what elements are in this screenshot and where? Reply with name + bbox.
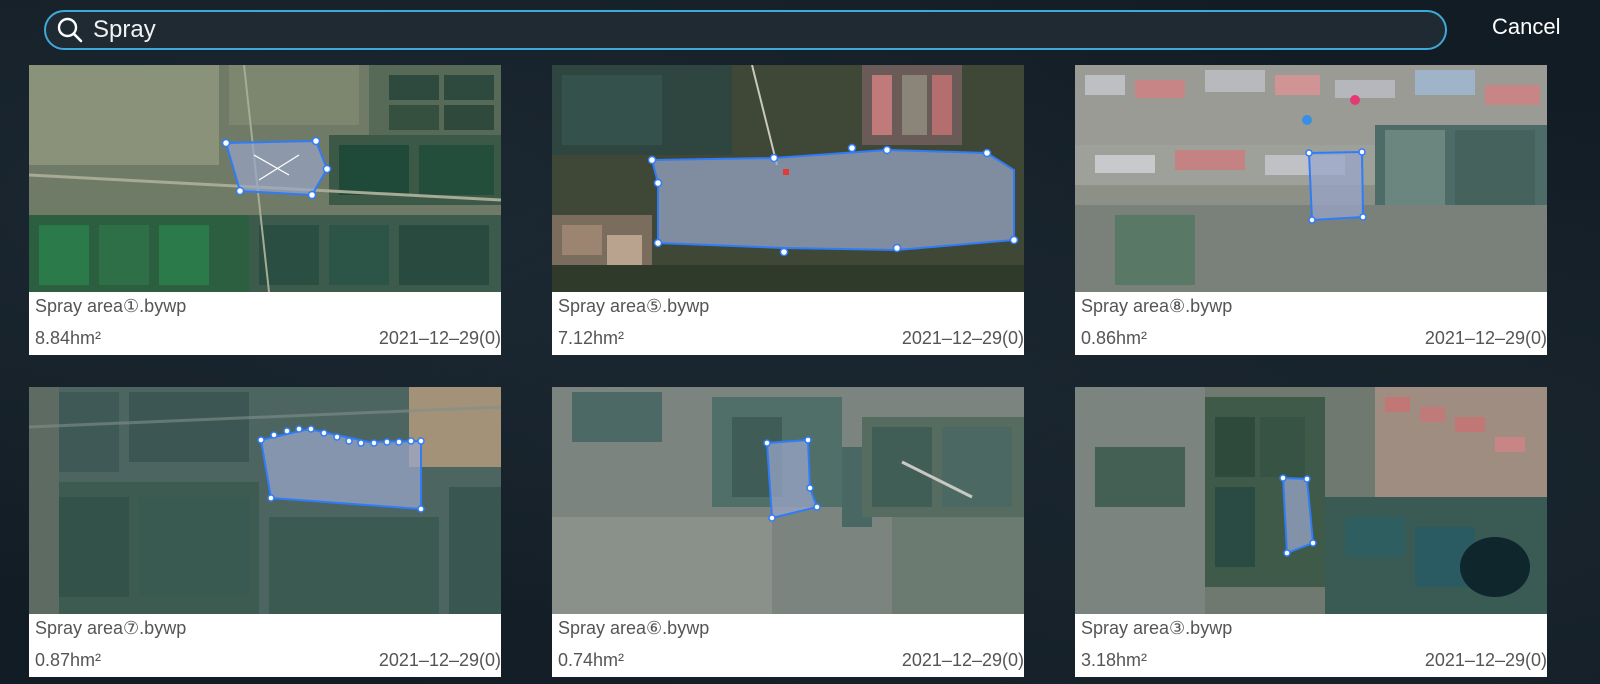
route-card[interactable]: Spray area⑤.bywp 7.12hm² 2021–12–29(0): [552, 65, 1024, 355]
search-icon: [57, 17, 83, 43]
route-date: 2021–12–29(0): [901, 650, 1024, 670]
route-card[interactable]: Spray area⑧.bywp 0.86hm² 2021–12–29(0): [1075, 65, 1547, 355]
map-thumbnail: [552, 65, 1024, 292]
search-input[interactable]: [93, 12, 1445, 48]
map-thumbnail: [29, 387, 501, 614]
route-date: 2021–12–29(0): [1424, 650, 1547, 670]
map-thumbnail: [1075, 65, 1547, 292]
route-date: 2021–12–29(0): [378, 650, 501, 670]
route-name: Spray area⑦.bywp: [35, 618, 187, 638]
route-card[interactable]: Spray area⑦.bywp 0.87hm² 2021–12–29(0): [29, 387, 501, 677]
map-thumbnail: [29, 65, 501, 292]
route-area: 7.12hm²: [558, 328, 625, 348]
route-date: 2021–12–29(0): [378, 328, 501, 348]
route-card[interactable]: Spray area③.bywp 3.18hm² 2021–12–29(0): [1075, 387, 1547, 677]
cancel-button[interactable]: Cancel: [1492, 14, 1560, 40]
route-area: 8.84hm²: [35, 328, 102, 348]
route-area: 3.18hm²: [1081, 650, 1148, 670]
route-date: 2021–12–29(0): [901, 328, 1024, 348]
route-name: Spray area⑥.bywp: [558, 618, 710, 638]
route-name: Spray area⑧.bywp: [1081, 296, 1233, 316]
route-area: 0.87hm²: [35, 650, 102, 670]
route-area: 0.86hm²: [1081, 328, 1148, 348]
route-card[interactable]: Spray area①.bywp 8.84hm² 2021–12–29(0): [29, 65, 501, 355]
route-date: 2021–12–29(0): [1424, 328, 1547, 348]
map-thumbnail: [552, 387, 1024, 614]
route-name: Spray area①.bywp: [35, 296, 187, 316]
route-card[interactable]: Spray area⑥.bywp 0.74hm² 2021–12–29(0): [552, 387, 1024, 677]
route-name: Spray area⑤.bywp: [558, 296, 710, 316]
map-thumbnail: [1075, 387, 1547, 614]
route-area: 0.74hm²: [558, 650, 625, 670]
route-name: Spray area③.bywp: [1081, 618, 1233, 638]
search-bar[interactable]: [44, 10, 1447, 50]
